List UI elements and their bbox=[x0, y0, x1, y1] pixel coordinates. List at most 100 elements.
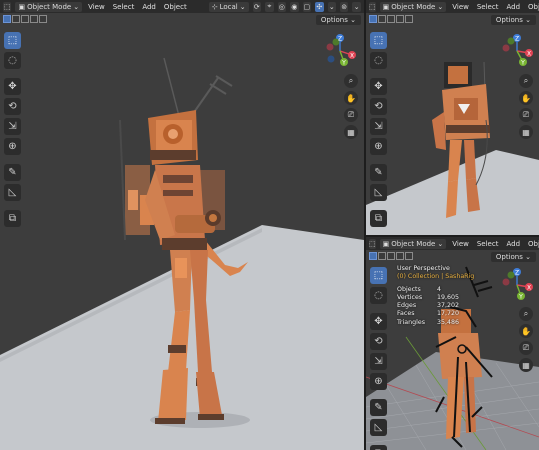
annotate-icon[interactable]: ✎ bbox=[370, 399, 387, 416]
rotate-icon[interactable]: ⟲ bbox=[370, 333, 387, 350]
collection-name: (0) Collection | SashaRig bbox=[397, 273, 475, 281]
main-viewport[interactable]: ⬚ ▣ Object Mode ⌄ View Select Add Object… bbox=[0, 0, 364, 450]
xray-icon[interactable]: ▢ bbox=[302, 1, 312, 12]
add-cube-icon[interactable]: ⧉ bbox=[4, 210, 21, 227]
stats-row: Faces 17,720 bbox=[397, 310, 459, 318]
select-new-icon[interactable] bbox=[369, 252, 377, 260]
cursor-icon[interactable]: ◌ bbox=[370, 52, 387, 69]
grid-perspective-icon[interactable]: ▦ bbox=[519, 358, 533, 372]
measure-icon[interactable]: ◺ bbox=[4, 184, 21, 201]
select-subtract-icon[interactable] bbox=[21, 15, 29, 23]
navigation-controls: ⌕ ✋ ⎚ ▦ bbox=[344, 74, 358, 139]
options-button[interactable]: Options ⌄ bbox=[490, 15, 536, 25]
menu-object[interactable]: Object bbox=[526, 3, 539, 11]
viewport-overlays-icon[interactable]: ⊚ bbox=[340, 1, 349, 12]
measure-icon[interactable]: ◺ bbox=[370, 419, 387, 436]
pivot-icon[interactable]: ⟳ bbox=[252, 1, 262, 12]
rotate-icon[interactable]: ⟲ bbox=[370, 98, 387, 115]
move-icon[interactable]: ✥ bbox=[370, 78, 387, 95]
select-extend-icon[interactable] bbox=[12, 15, 20, 23]
editor-type-button[interactable]: ⬚ bbox=[369, 1, 376, 12]
options-button[interactable]: Options ⌄ bbox=[490, 252, 536, 262]
menu-object[interactable]: Object bbox=[526, 240, 539, 248]
select-box-icon[interactable]: ⬚ bbox=[370, 32, 387, 49]
camera-icon[interactable]: ⎚ bbox=[344, 108, 358, 122]
menu-add[interactable]: Add bbox=[504, 240, 522, 248]
select-invert-icon[interactable] bbox=[396, 15, 404, 23]
transform-icon[interactable]: ⊕ bbox=[4, 138, 21, 155]
select-intersect-icon[interactable] bbox=[39, 15, 47, 23]
add-cube-icon[interactable]: ⧉ bbox=[370, 445, 387, 450]
overlays-menu-icon[interactable]: ⌄ bbox=[352, 1, 361, 12]
navigation-gizmo[interactable]: Z X Y bbox=[499, 33, 535, 67]
stats-row: Objects 4 bbox=[397, 286, 459, 294]
select-extend-icon[interactable] bbox=[378, 15, 386, 23]
menu-select[interactable]: Select bbox=[111, 3, 137, 11]
options-button[interactable]: Options ⌄ bbox=[315, 15, 361, 25]
annotate-icon[interactable]: ✎ bbox=[4, 164, 21, 181]
proportional-edit-icon[interactable]: ◎ bbox=[277, 1, 287, 12]
move-icon[interactable]: ✥ bbox=[370, 313, 387, 330]
annotate-icon[interactable]: ✎ bbox=[370, 164, 387, 181]
grid-perspective-icon[interactable]: ▦ bbox=[519, 125, 533, 139]
select-intersect-icon[interactable] bbox=[405, 15, 413, 23]
scale-icon[interactable]: ⇲ bbox=[4, 118, 21, 135]
scale-icon[interactable]: ⇲ bbox=[370, 353, 387, 370]
select-box-icon[interactable]: ⬚ bbox=[4, 32, 21, 49]
hand-pan-icon[interactable]: ✋ bbox=[344, 91, 358, 105]
select-invert-icon[interactable] bbox=[396, 252, 404, 260]
mode-selector[interactable]: ▣ Object Mode ⌄ bbox=[379, 238, 447, 249]
menu-select[interactable]: Select bbox=[475, 3, 501, 11]
menu-add[interactable]: Add bbox=[504, 3, 522, 11]
camera-icon[interactable]: ⎚ bbox=[519, 108, 533, 122]
chevron-down-icon: ⌄ bbox=[437, 239, 444, 248]
menu-view[interactable]: View bbox=[86, 3, 107, 11]
select-intersect-icon[interactable] bbox=[405, 252, 413, 260]
gizmo-menu-icon[interactable]: ⌄ bbox=[327, 1, 336, 12]
mode-label: Object Mode bbox=[391, 239, 436, 248]
transform-orientation-selector[interactable]: ⊹ Local ⌄ bbox=[208, 1, 249, 12]
zoom-icon[interactable]: ⌕ bbox=[519, 307, 533, 321]
chevron-down-icon: ⌄ bbox=[525, 16, 531, 24]
menu-view[interactable]: View bbox=[450, 3, 471, 11]
gizmo-toggle-icon[interactable]: ✣ bbox=[315, 1, 324, 12]
zoom-icon[interactable]: ⌕ bbox=[519, 74, 533, 88]
snap-icon[interactable]: ⌖ bbox=[265, 1, 274, 12]
select-new-icon[interactable] bbox=[369, 15, 377, 23]
add-cube-icon[interactable]: ⧉ bbox=[370, 210, 387, 227]
rotate-icon[interactable]: ⟲ bbox=[4, 98, 21, 115]
navigation-gizmo[interactable]: Z X Y bbox=[499, 267, 535, 301]
editor-type-button[interactable]: ⬚ bbox=[3, 1, 12, 12]
select-extend-icon[interactable] bbox=[378, 252, 386, 260]
camera-icon[interactable]: ⎚ bbox=[519, 341, 533, 355]
select-new-icon[interactable] bbox=[3, 15, 11, 23]
measure-icon[interactable]: ◺ bbox=[370, 184, 387, 201]
menu-view[interactable]: View bbox=[450, 240, 471, 248]
mode-selector[interactable]: ▣ Object Mode ⌄ bbox=[15, 1, 83, 12]
select-subtract-icon[interactable] bbox=[387, 15, 395, 23]
side-viewport-top[interactable]: ⬚ ▣ Object Mode ⌄ View Select Add Object… bbox=[366, 0, 539, 235]
select-subtract-icon[interactable] bbox=[387, 252, 395, 260]
menu-select[interactable]: Select bbox=[475, 240, 501, 248]
scale-icon[interactable]: ⇲ bbox=[370, 118, 387, 135]
cursor-icon[interactable]: ◌ bbox=[370, 287, 387, 304]
navigation-gizmo[interactable]: Z X Y bbox=[322, 33, 358, 67]
side-viewport-bottom[interactable]: ⬚ ▣ Object Mode ⌄ View Select Add Object… bbox=[366, 237, 539, 450]
editor-type-button[interactable]: ⬚ bbox=[369, 238, 376, 249]
move-icon[interactable]: ✥ bbox=[4, 78, 21, 95]
overlay-icon[interactable]: ◉ bbox=[290, 1, 299, 12]
transform-icon[interactable]: ⊕ bbox=[370, 138, 387, 155]
options-label: Options bbox=[495, 253, 523, 261]
cursor-icon[interactable]: ◌ bbox=[4, 52, 21, 69]
menu-object[interactable]: Object bbox=[162, 3, 189, 11]
zoom-icon[interactable]: ⌕ bbox=[344, 74, 358, 88]
select-box-icon[interactable]: ⬚ bbox=[370, 267, 387, 284]
toolbar: ⬚ ◌ ✥ ⟲ ⇲ ⊕ ✎ ◺ ⧉ bbox=[4, 32, 21, 227]
transform-icon[interactable]: ⊕ bbox=[370, 373, 387, 390]
hand-pan-icon[interactable]: ✋ bbox=[519, 91, 533, 105]
select-invert-icon[interactable] bbox=[30, 15, 38, 23]
grid-perspective-icon[interactable]: ▦ bbox=[344, 125, 358, 139]
hand-pan-icon[interactable]: ✋ bbox=[519, 324, 533, 338]
menu-add[interactable]: Add bbox=[140, 3, 158, 11]
mode-selector[interactable]: ▣ Object Mode ⌄ bbox=[379, 1, 447, 12]
